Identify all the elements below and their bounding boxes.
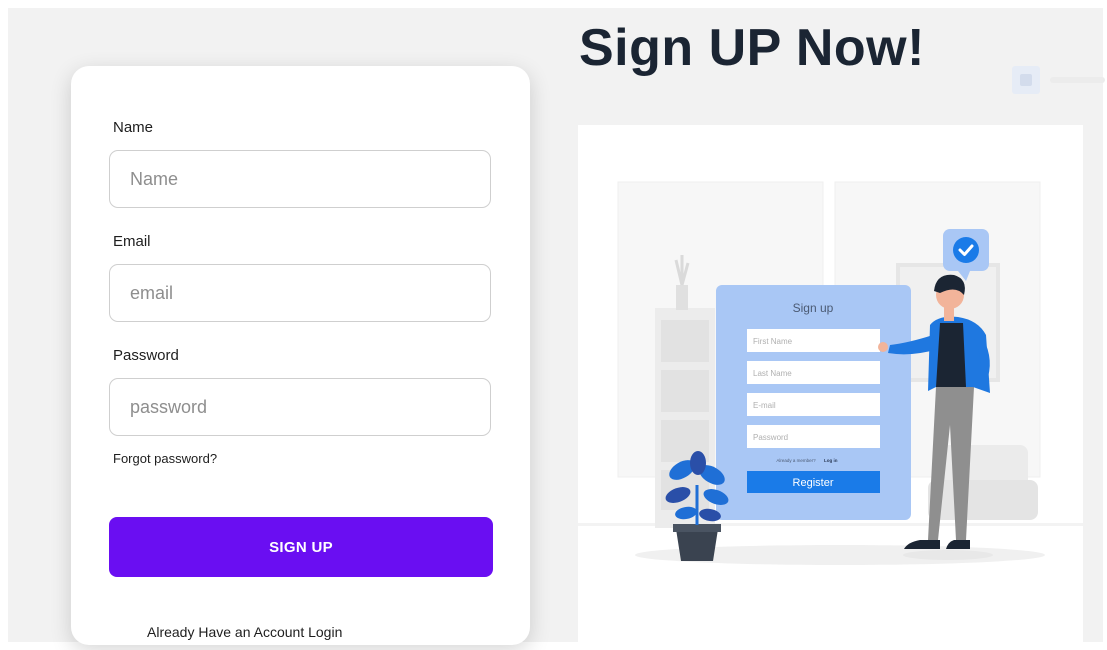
page-title: Sign UP Now! (579, 19, 925, 77)
name-label: Name (113, 119, 154, 136)
ghost-rectangle-tag (1012, 66, 1105, 94)
signup-illustration: Sign up First Name Last Name E-mail Pass… (578, 125, 1083, 650)
illustration-form-title: Sign up (793, 301, 834, 315)
signup-form-card: Name Email Password Forgot password? SIG… (71, 66, 530, 645)
email-label: Email (113, 233, 151, 250)
password-input[interactable] (109, 378, 491, 436)
illustration-field: Last Name (753, 369, 792, 378)
password-label: Password (113, 347, 179, 364)
illustration-member-text: Already a member? (776, 458, 816, 463)
illustration-field: E-mail (753, 401, 776, 410)
illustration-login-text: Log in (824, 458, 838, 463)
illustration-svg: Sign up First Name Last Name E-mail Pass… (578, 181, 1083, 565)
sign-up-button[interactable]: SIGN UP (109, 517, 493, 577)
illustration-register-button: Register (793, 477, 834, 489)
page: Sign UP Now! Name Email Password Forgot … (0, 0, 1107, 650)
forgot-password-link[interactable]: Forgot password? (113, 451, 217, 466)
email-input[interactable] (109, 264, 491, 322)
illustration-field: First Name (753, 337, 793, 346)
login-link[interactable]: Already Have an Account Login (147, 624, 342, 640)
illustration-field: Password (753, 433, 788, 442)
name-input[interactable] (109, 150, 491, 208)
